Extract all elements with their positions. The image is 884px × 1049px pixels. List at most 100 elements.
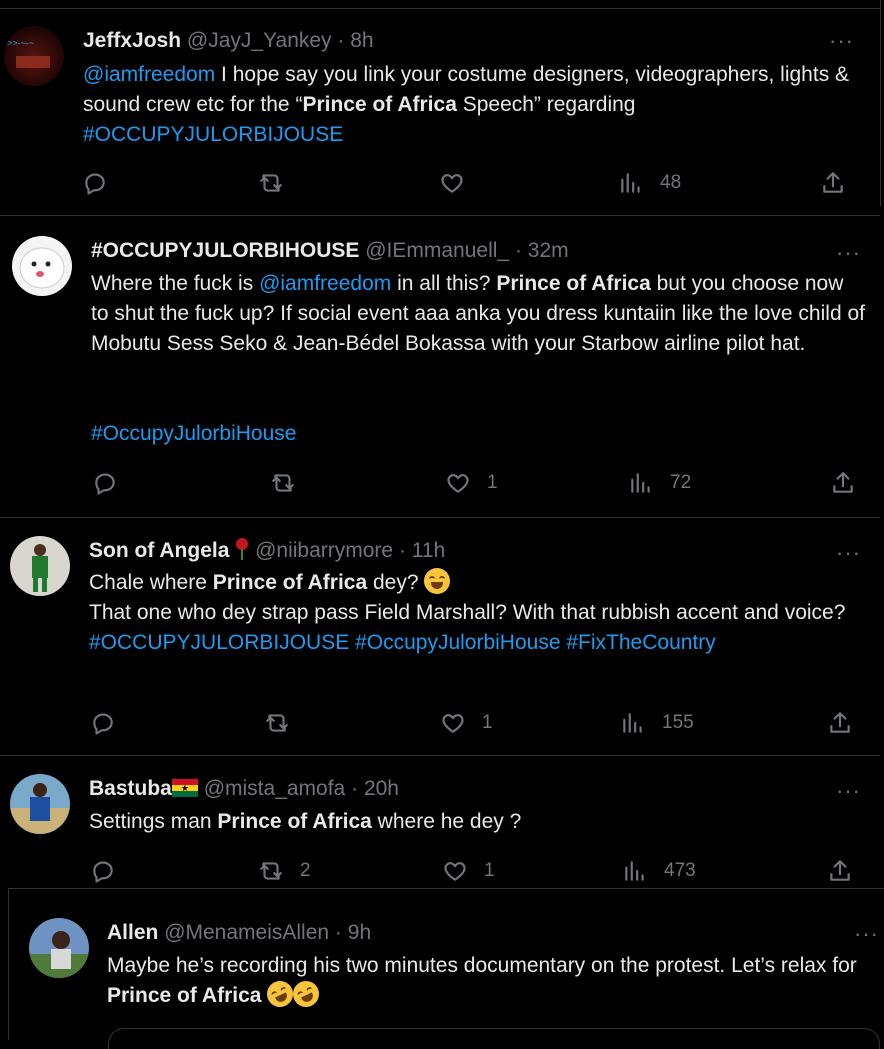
avatar[interactable] (12, 236, 72, 296)
avatar-image (19, 247, 65, 289)
handle[interactable]: @mista_amofa (204, 777, 346, 800)
retweet-button[interactable]: 2 (258, 856, 311, 886)
bold-text: Prince of Africa (107, 984, 262, 1007)
display-name[interactable]: Son of Angela (89, 539, 229, 562)
tweet-hashtags: #OccupyJulorbiHouse (91, 419, 296, 449)
separator-dot: · (337, 29, 345, 52)
timestamp[interactable]: 20h (364, 777, 399, 800)
more-options-icon[interactable]: ··· (836, 242, 861, 264)
share-button[interactable] (820, 168, 846, 198)
bold-text: Prince of Africa (302, 93, 457, 116)
reply-icon (93, 713, 113, 735)
tweet-jeffxjosh[interactable]: >>-~-~ JeffxJosh @JayJ_Yankey · 8h ··· @… (0, 0, 880, 216)
quoted-tweet-card[interactable] (108, 1028, 880, 1049)
action-bar: 2 1 473 (0, 856, 880, 886)
mention-link[interactable]: @iamfreedom (83, 63, 215, 86)
share-icon (830, 860, 850, 881)
timestamp[interactable]: 32m (528, 239, 569, 262)
views-button[interactable]: 72 (628, 468, 691, 498)
views-count: 72 (670, 472, 692, 493)
views-button[interactable]: 48 (618, 168, 681, 198)
avatar[interactable] (29, 918, 89, 978)
reply-button[interactable] (90, 856, 116, 886)
more-options-icon[interactable]: ··· (836, 780, 861, 802)
tweet-allen[interactable]: Allen @MenameisAllen · 9h ··· Maybe he’s… (8, 889, 884, 1049)
views-count: 155 (662, 712, 694, 733)
share-button[interactable] (827, 856, 853, 886)
tweet-occupyjulorbihouse[interactable]: #OCCUPYJULORBIHOUSE @IEmmanuell_ · 32m ·… (0, 216, 880, 518)
more-options-icon[interactable]: ··· (854, 923, 879, 945)
separator-dot: · (351, 777, 359, 800)
text-segment: dey? (367, 571, 425, 594)
retweet-button[interactable] (258, 168, 284, 198)
views-icon (621, 173, 640, 193)
like-button[interactable]: 1 (440, 708, 493, 738)
views-icon (625, 861, 644, 881)
hashtag-link[interactable]: #OCCUPYJULORBIJOUSE (89, 631, 349, 654)
display-name[interactable]: JeffxJosh (83, 29, 181, 52)
avatar[interactable] (10, 536, 70, 596)
avatar-image (10, 783, 70, 834)
text-segment: in all this? (391, 272, 497, 295)
views-icon (631, 473, 650, 493)
action-bar: 1 72 (0, 468, 880, 498)
avatar[interactable]: >>-~-~ (4, 26, 64, 86)
handle[interactable]: @JayJ_Yankey (187, 29, 332, 52)
action-bar: 48 (0, 168, 880, 198)
bold-text: Prince of Africa (496, 272, 651, 295)
like-icon (447, 474, 469, 493)
avatar[interactable] (10, 774, 70, 834)
tweet-bastuba[interactable]: Bastuba @mista_amofa · 20h ··· Settings … (0, 756, 880, 888)
hashtag-link[interactable]: #FixTheCountry (566, 631, 715, 654)
hashtag-link[interactable]: #OccupyJulorbiHouse (91, 422, 296, 445)
reply-icon (95, 473, 115, 495)
views-icon (623, 713, 642, 733)
tweet-text: Chale where Prince of Africa dey? That o… (89, 568, 864, 658)
views-count: 473 (664, 860, 696, 881)
avatar-image (29, 931, 89, 978)
reply-button[interactable] (90, 708, 116, 738)
display-name[interactable]: #OCCUPYJULORBIHOUSE (91, 239, 359, 262)
like-button[interactable]: 1 (442, 856, 495, 886)
handle[interactable]: @IEmmanuell_ (365, 239, 509, 262)
like-icon (444, 862, 466, 881)
tears-of-joy-emoji (424, 568, 451, 594)
views-button[interactable]: 473 (622, 856, 696, 886)
handle[interactable]: @niibarrymore (255, 539, 393, 562)
retweet-button[interactable] (264, 708, 290, 738)
ghana-flag-emoji (171, 779, 198, 797)
display-name[interactable]: Allen (107, 921, 158, 944)
like-count: 1 (482, 712, 493, 733)
separator-dot: · (514, 239, 522, 262)
handle[interactable]: @MenameisAllen (164, 921, 329, 944)
like-button[interactable]: 1 (445, 468, 498, 498)
action-bar: 1 155 (0, 708, 880, 738)
svg-text:>>-~-~: >>-~-~ (7, 38, 34, 48)
timestamp[interactable]: 9h (348, 921, 371, 944)
tweet-text: Settings man Prince of Africa where he d… (89, 807, 864, 837)
reply-button[interactable] (82, 168, 108, 198)
like-button[interactable] (439, 168, 465, 198)
more-options-icon[interactable]: ··· (836, 542, 861, 564)
timestamp[interactable]: 11h (412, 539, 445, 562)
avatar-image (32, 544, 48, 592)
tweet-son-of-angela[interactable]: Son of Angela @niibarrymore · 11h ··· Ch… (0, 518, 880, 756)
views-button[interactable]: 155 (620, 708, 694, 738)
share-button[interactable] (827, 708, 853, 738)
retweet-icon (260, 174, 282, 192)
reply-button[interactable] (92, 468, 118, 498)
hashtag-link[interactable]: #OCCUPYJULORBIJOUSE (83, 123, 343, 146)
bold-text: Prince of Africa (217, 810, 372, 833)
bold-text: Prince of Africa (212, 571, 368, 594)
retweet-button[interactable] (270, 468, 296, 498)
like-count: 1 (487, 472, 498, 493)
timestamp[interactable]: 8h (350, 29, 373, 52)
display-name[interactable]: Bastuba (89, 777, 172, 800)
text-segment: Chale where (89, 571, 213, 594)
more-options-icon[interactable]: ··· (829, 30, 854, 52)
retweet-icon (266, 714, 288, 732)
hashtag-link[interactable]: #OccupyJulorbiHouse (355, 631, 560, 654)
mention-link[interactable]: @iamfreedom (259, 272, 391, 295)
views-count: 48 (660, 172, 682, 193)
share-button[interactable] (830, 468, 856, 498)
